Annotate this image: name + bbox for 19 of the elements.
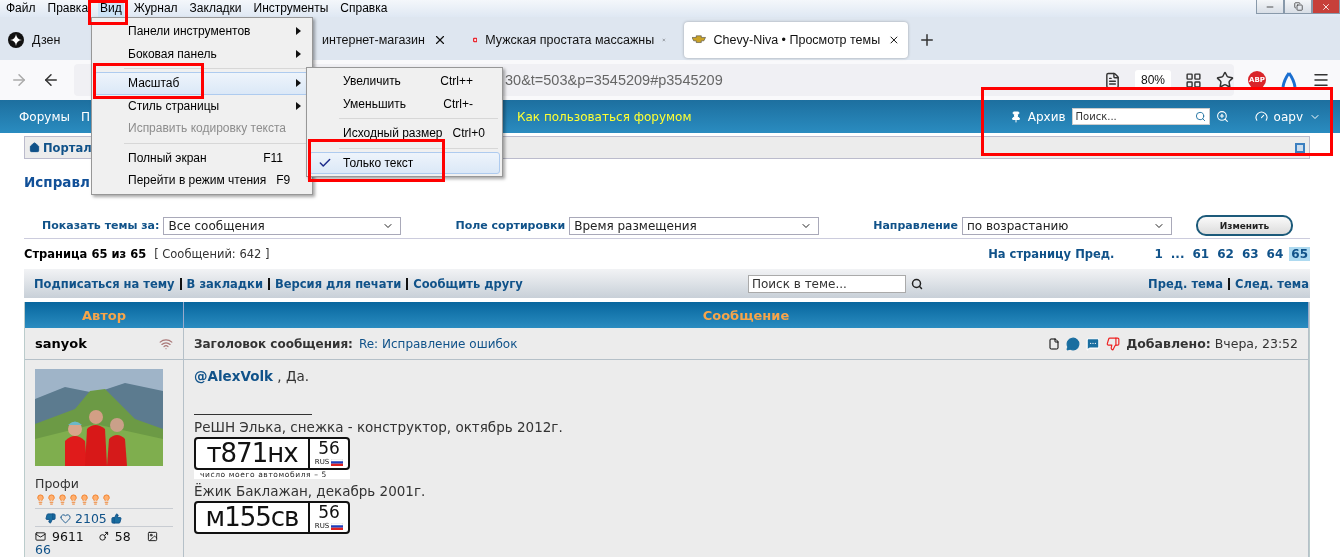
message-text: @AlexVolk , Да. [194,367,311,384]
posted-time: Добавлено: Вчера, 23:52 [1126,336,1298,351]
column-header: Сообщение [184,302,1309,328]
page-title: Исправл [24,173,90,191]
signature-text: Ёжик Баклажан, декабрь 2001г. [194,483,427,499]
filter-label: Направление [873,219,958,232]
age: 58 [114,529,131,544]
likes-count: 2105 [75,511,107,526]
post-count: [ Сообщений: 642 ] [154,247,270,261]
column-header: Автор [25,302,184,328]
subject-label: Заголовок сообщения: [194,336,353,351]
goto-label: На страницу [988,247,1072,261]
rank-label: Профи [35,476,80,491]
menu-item: Исправить кодировку текста [127,120,288,138]
message-count: 9611 [52,529,84,544]
filter-label: Поле сортировки [455,219,566,232]
filter-label: Показать темы за: [42,219,160,232]
page-info: Страница 65 из 65 [24,247,147,261]
signature-text: РеШН Элька, снежка - конструктор, октябрь 2012г. [194,419,564,435]
